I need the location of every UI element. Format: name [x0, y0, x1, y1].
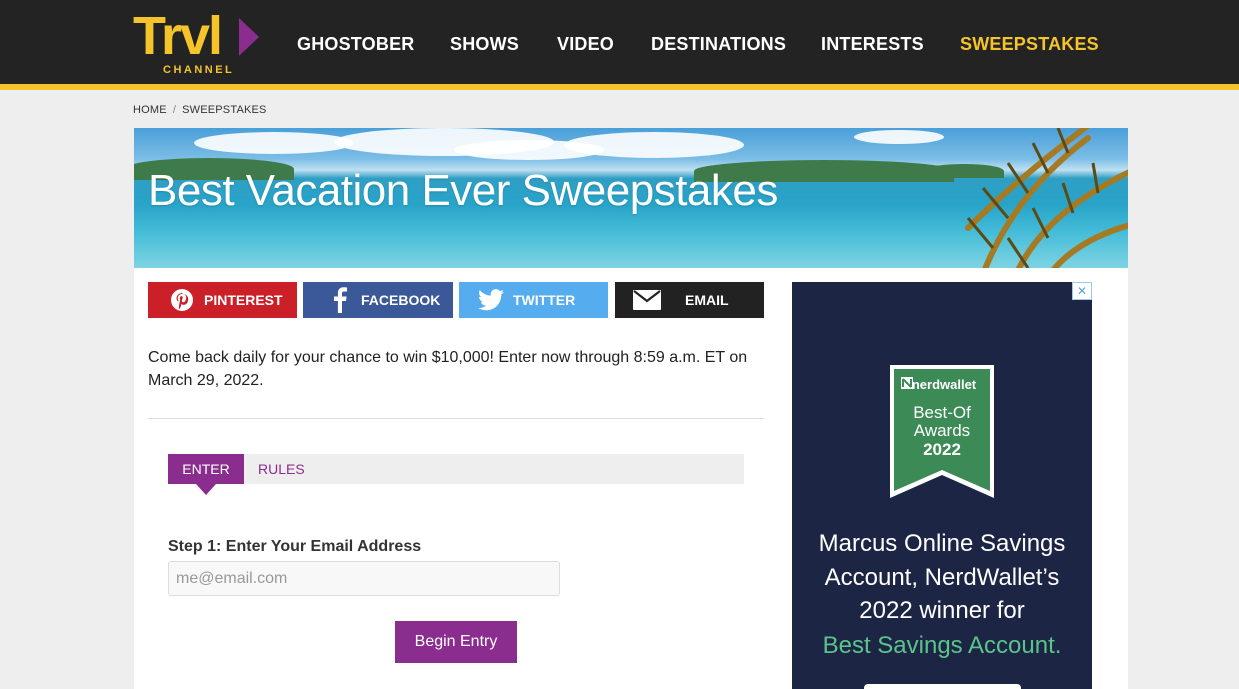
main-nav: GHOSTOBER SHOWS VIDEO DESTINATIONS INTER… [0, 34, 1239, 58]
badge-title-line1: Best-Of [913, 403, 971, 422]
ad-text-line: Account, NerdWallet’s [824, 564, 1060, 591]
breadcrumb-separator: / [172, 104, 177, 116]
share-email-button[interactable]: EMAIL [615, 282, 764, 318]
email-step-label: Step 1: Enter Your Email Address [168, 538, 422, 555]
hero-banner: Best Vacation Ever Sweepstakes [134, 128, 1128, 268]
facebook-icon [325, 286, 353, 314]
share-pinterest-button[interactable]: PINTEREST [148, 282, 297, 318]
hero-cloud [564, 132, 744, 158]
logo-subtitle: CHANNEL [163, 64, 235, 76]
share-facebook-label: FACEBOOK [361, 292, 441, 308]
pinterest-icon [168, 286, 196, 314]
ad-text-line: 2022 winner for [859, 597, 1025, 624]
email-field[interactable] [168, 561, 560, 596]
ad-text-line: Marcus Online Savings [818, 530, 1066, 557]
content-divider [148, 418, 764, 419]
sweepstakes-intro-text: Come back daily for your chance to win $… [148, 349, 748, 389]
nav-item-sweepstakes[interactable]: SWEEPSTAKES [960, 34, 1099, 55]
badge-brand: nerdwallet [911, 377, 977, 392]
ad-close-icon[interactable]: ✕ [1072, 282, 1092, 300]
share-twitter-label: TWITTER [513, 292, 576, 308]
breadcrumb: HOME / SWEEPSTAKES [133, 104, 267, 116]
share-facebook-button[interactable]: FACEBOOK [303, 282, 453, 318]
nav-item-interests[interactable]: INTERESTS [821, 34, 924, 55]
share-pinterest-label: PINTEREST [204, 292, 283, 308]
hero-cloud [854, 130, 944, 144]
begin-entry-button[interactable]: Begin Entry [395, 621, 517, 663]
page-title: Best Vacation Ever Sweepstakes [148, 166, 778, 215]
hero-cloud [194, 132, 354, 154]
palm-fronds-image [965, 128, 1128, 268]
share-email-label: EMAIL [685, 292, 729, 308]
nav-item-destinations[interactable]: DESTINATIONS [651, 34, 786, 55]
breadcrumb-sweepstakes[interactable]: SWEEPSTAKES [182, 104, 267, 116]
nav-item-shows[interactable]: SHOWS [450, 34, 519, 55]
tab-rules[interactable]: RULES [258, 454, 305, 484]
badge-title-line2: Awards [913, 421, 971, 440]
nav-item-ghostober[interactable]: GHOSTOBER [297, 34, 414, 55]
share-twitter-button[interactable]: TWITTER [459, 282, 608, 318]
tab-enter[interactable]: ENTER [168, 454, 244, 495]
badge-year: 2022 [923, 440, 961, 459]
header-accent-stripe [0, 84, 1239, 90]
nav-item-video[interactable]: VIDEO [557, 34, 614, 55]
twitter-icon [477, 286, 505, 314]
breadcrumb-home[interactable]: HOME [133, 104, 167, 116]
ad-highlight-text: Best Savings Account. [822, 632, 1062, 659]
envelope-icon [633, 286, 661, 314]
entry-tabs: ENTER RULES [168, 454, 744, 495]
ad-cta-button[interactable] [864, 684, 1021, 689]
